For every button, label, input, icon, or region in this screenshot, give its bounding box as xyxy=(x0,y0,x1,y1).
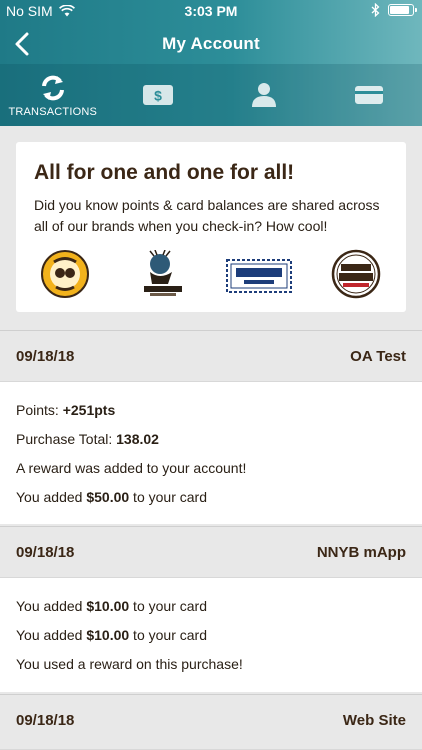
refresh-icon xyxy=(41,75,64,100)
transaction-line: You added $50.00 to your card xyxy=(16,489,207,505)
tab-card[interactable] xyxy=(317,64,422,126)
transaction-location: NNYB mApp xyxy=(316,544,406,561)
page-title: My Account xyxy=(162,34,260,53)
svg-text:$: $ xyxy=(154,88,162,104)
promo-text: Did you know points & card balances are … xyxy=(34,197,380,234)
battery-icon xyxy=(388,4,417,16)
transaction-details: Points: +251pts Purchase Total: 138.02 A… xyxy=(0,382,422,524)
transaction-line: You added $10.00 to your card xyxy=(16,598,207,614)
header: No SIM 3:03 PM My Account TRANSACTIONS $ xyxy=(0,0,422,126)
promo-card: All for one and one for all! Did you kno… xyxy=(16,142,406,312)
transaction-line: You added $10.00 to your card xyxy=(16,627,207,643)
transaction-header: 09/18/18 OA Test xyxy=(0,330,422,382)
card-icon xyxy=(355,86,384,104)
transaction-line: Purchase Total: 138.02 xyxy=(16,431,159,447)
transaction-date: 09/18/18 xyxy=(16,544,75,561)
bluetooth-icon xyxy=(371,3,380,17)
tab-transactions[interactable]: TRANSACTIONS xyxy=(0,64,106,126)
noahs-bagels-logo xyxy=(226,259,292,293)
tab-profile[interactable] xyxy=(211,64,317,126)
transaction-header: 09/18/18 Web Site xyxy=(0,694,422,750)
money-icon: $ xyxy=(143,85,174,105)
transaction-header: 09/18/18 NNYB mApp xyxy=(0,526,422,578)
nav-bar: My Account xyxy=(0,24,422,64)
person-icon xyxy=(251,83,276,107)
status-time: 3:03 PM xyxy=(184,3,238,19)
transaction-details: You added $10.00 to your card You added … xyxy=(0,578,422,692)
transaction-date: 09/18/18 xyxy=(16,348,75,365)
tab-bar: TRANSACTIONS $ xyxy=(0,64,422,126)
caribou-coffee-logo xyxy=(144,250,182,296)
transaction-line: Points: +251pts xyxy=(16,402,116,418)
transaction-date: 09/18/18 xyxy=(16,712,75,729)
promo-title: All for one and one for all! xyxy=(34,161,295,184)
transaction-location: Web Site xyxy=(342,712,406,729)
tab-transactions-label: TRANSACTIONS xyxy=(8,105,98,118)
tab-money[interactable]: $ xyxy=(106,64,212,126)
brand-logos xyxy=(16,246,406,302)
einstein-bros-logo xyxy=(41,250,89,298)
brueggers-bagels-logo xyxy=(331,249,381,299)
transaction-line: You used a reward on this purchase! xyxy=(16,656,243,672)
status-bar: No SIM 3:03 PM xyxy=(0,0,422,24)
transaction-location: OA Test xyxy=(350,348,406,365)
transaction-line: A reward was added to your account! xyxy=(16,460,247,476)
